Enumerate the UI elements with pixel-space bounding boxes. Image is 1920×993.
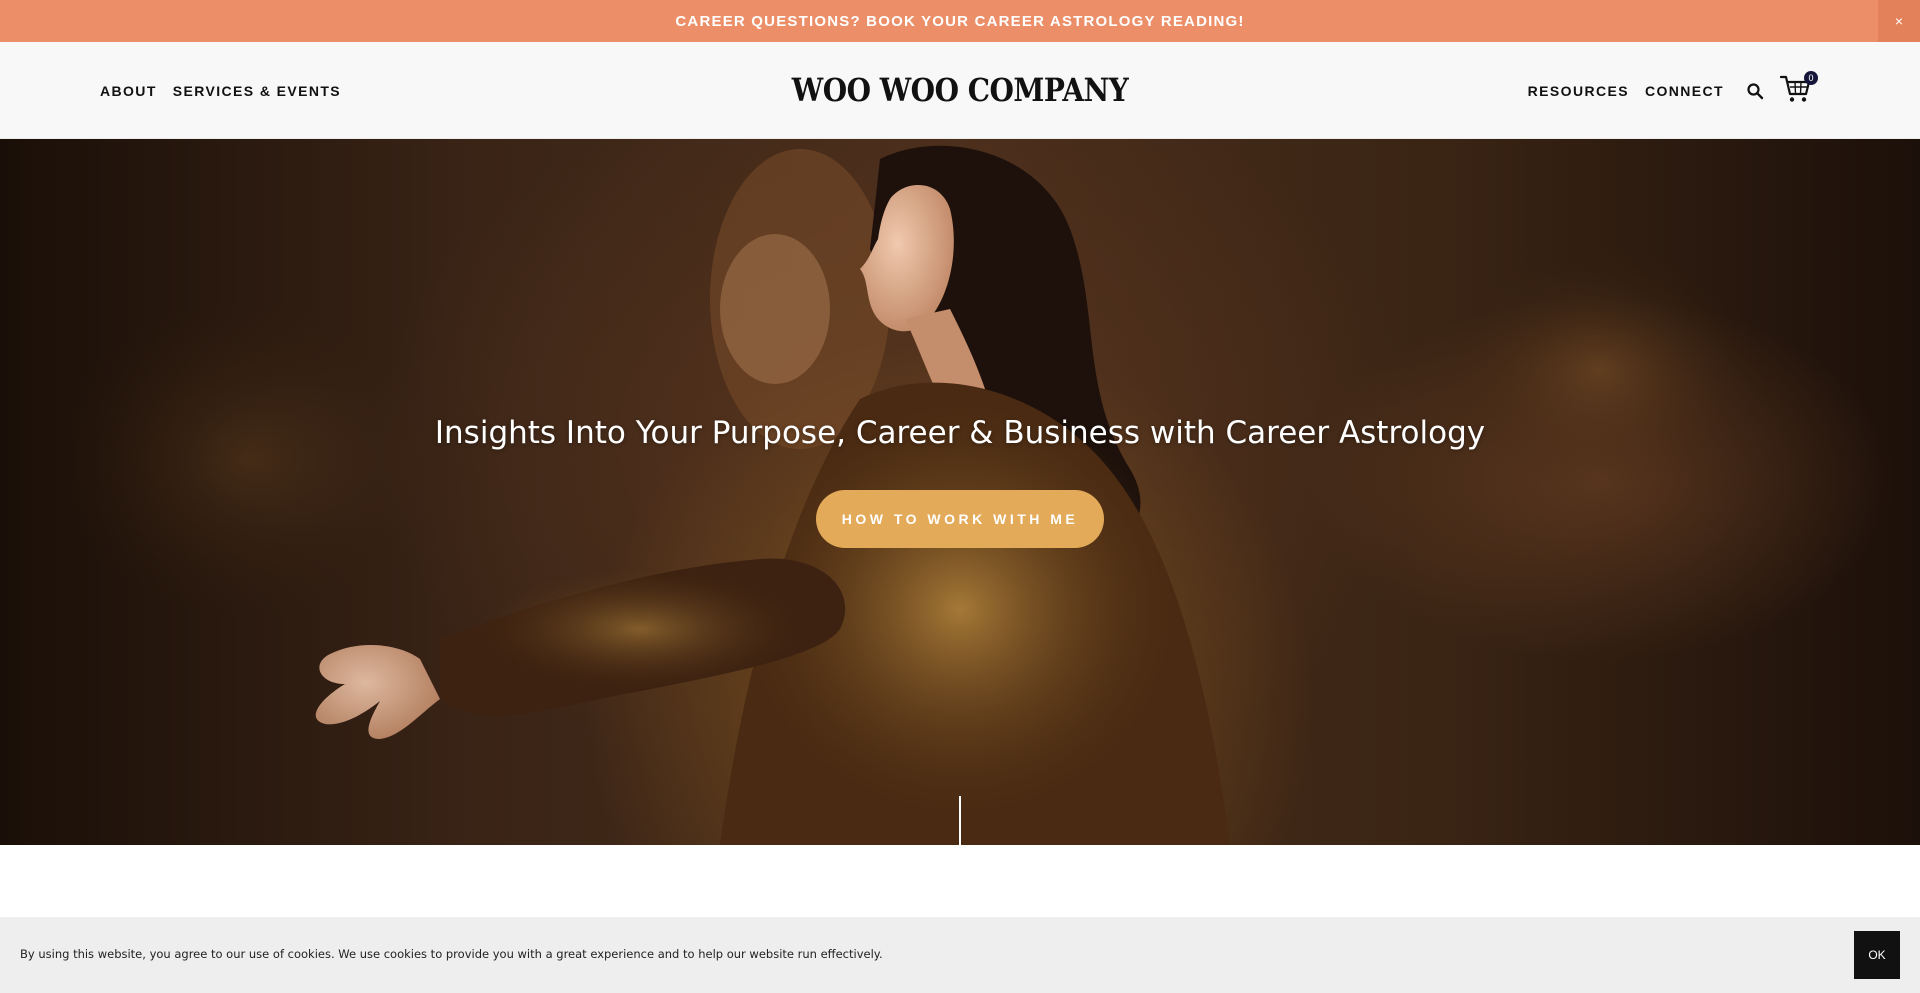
site-header: ABOUT SERVICES & EVENTS WOO WOO COMPANY … [0, 42, 1920, 139]
cart-button[interactable]: 0 [1779, 71, 1818, 106]
hero-title: Insights Into Your Purpose, Career & Bus… [434, 415, 1486, 451]
site-logo[interactable]: WOO WOO COMPANY [792, 72, 1129, 109]
cookie-banner: By using this website, you agree to our … [0, 917, 1920, 993]
scroll-indicator-line [959, 796, 961, 845]
announcement-bar: CAREER QUESTIONS? BOOK YOUR CAREER ASTRO… [0, 0, 1920, 42]
nav-about[interactable]: ABOUT [100, 83, 157, 99]
nav-connect[interactable]: CONNECT [1645, 83, 1724, 99]
cart-count-badge: 0 [1804, 71, 1818, 85]
primary-nav-right: RESOURCES CONNECT [1528, 42, 1724, 139]
how-to-work-with-me-button[interactable]: HOW TO WORK WITH ME [816, 490, 1104, 548]
cookie-ok-button[interactable]: OK [1854, 931, 1900, 979]
primary-nav-left: ABOUT SERVICES & EVENTS [100, 42, 341, 139]
nav-resources[interactable]: RESOURCES [1528, 83, 1629, 99]
search-icon[interactable] [1746, 82, 1764, 100]
close-icon[interactable]: × [1878, 0, 1920, 42]
nav-services-events[interactable]: SERVICES & EVENTS [173, 83, 341, 99]
announcement-link[interactable]: CAREER QUESTIONS? BOOK YOUR CAREER ASTRO… [675, 13, 1244, 30]
cookie-message: By using this website, you agree to our … [20, 947, 883, 961]
hero-section: Insights Into Your Purpose, Career & Bus… [0, 139, 1920, 845]
